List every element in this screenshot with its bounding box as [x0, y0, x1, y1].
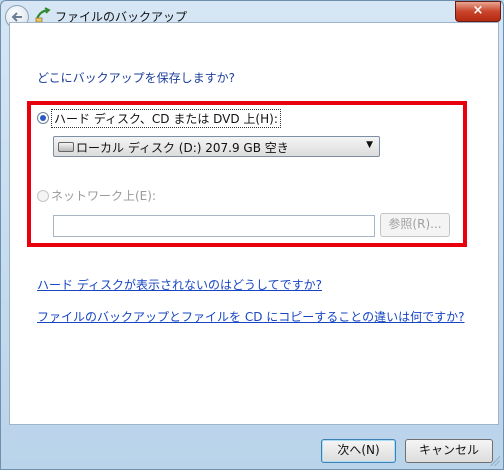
- next-button[interactable]: 次へ(N): [321, 439, 396, 463]
- hard-disk-radio[interactable]: [37, 112, 49, 124]
- drive-select-value: ローカル ディスク (D:) 207.9 GB 空き: [76, 141, 289, 155]
- dialog-window: × ファイルのバックアップ どこにバックアップを保存しますか? ハード ディスク…: [0, 0, 504, 470]
- network-radio[interactable]: [37, 190, 49, 202]
- page-heading: どこにバックアップを保存しますか?: [37, 71, 236, 85]
- backup-icon: [35, 7, 51, 23]
- wizard-content: どこにバックアップを保存しますか? ハード ディスク、CD または DVD 上(…: [9, 22, 499, 425]
- cancel-button[interactable]: キャンセル: [405, 439, 493, 463]
- backup-vs-copy-link[interactable]: ファイルのバックアップとファイルを CD にコピーすることの違いは何ですか?: [37, 308, 465, 325]
- hard-disk-radio-label[interactable]: ハード ディスク、CD または DVD 上(H):: [51, 109, 281, 128]
- drive-select[interactable]: ローカル ディスク (D:) 207.9 GB 空き ▼: [53, 136, 380, 157]
- chevron-down-icon: ▼: [366, 140, 373, 150]
- close-icon: ×: [472, 3, 484, 18]
- browse-button[interactable]: 参照(R)...: [380, 213, 450, 237]
- network-path-input[interactable]: [53, 215, 375, 237]
- hard-disk-help-link[interactable]: ハード ディスクが表示されないのはどうしてですか?: [37, 276, 322, 293]
- network-radio-label[interactable]: ネットワーク上(E):: [51, 187, 156, 204]
- drive-icon: [58, 142, 74, 152]
- resize-grip[interactable]: [490, 456, 500, 466]
- close-button[interactable]: ×: [455, 1, 501, 22]
